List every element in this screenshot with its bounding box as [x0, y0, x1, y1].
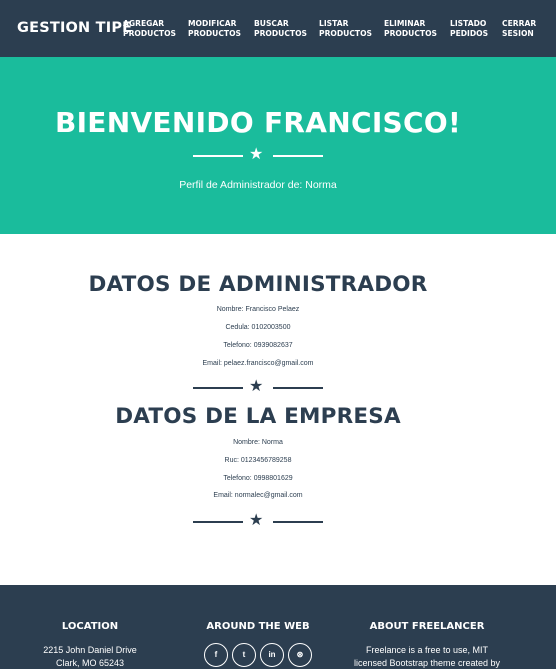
- nav-listado-pedidos[interactable]: LISTADO PEDIDOS: [450, 19, 488, 39]
- empresa-divider: ★: [193, 512, 323, 530]
- footer-about-title: ABOUT FREELANCER: [369, 621, 485, 632]
- empresa-telefono: Telefono: 0998801629: [223, 475, 293, 482]
- star-icon: ★: [249, 146, 264, 163]
- brand-link[interactable]: GESTION TIPE: [17, 20, 132, 36]
- dribbble-icon[interactable]: ⊛: [288, 643, 312, 667]
- admin-section-title: DATOS DE ADMINISTRADOR: [88, 272, 428, 297]
- footer-web-title: AROUND THE WEB: [206, 621, 310, 632]
- nav-buscar-productos[interactable]: BUSCAR PRODUCTOS: [254, 19, 307, 39]
- linkedin-icon[interactable]: in: [260, 643, 284, 667]
- admin-cedula: Cedula: 0102003500: [225, 324, 291, 331]
- nav-agregar-productos[interactable]: AGREGAR PRODUCTOS: [123, 19, 176, 39]
- address-line-2: Clark, MO 65243: [55, 658, 125, 668]
- empresa-email: Email: normalec@gmail.com: [213, 492, 303, 499]
- star-icon: ★: [249, 378, 264, 395]
- footer-location-text: 2215 John Daniel Drive Clark, MO 65243: [20, 644, 160, 669]
- empresa-nombre: Nombre: Norma: [233, 439, 283, 446]
- welcome-title: BIENVENIDO FRANCISCO!: [54, 106, 462, 139]
- masthead-divider: ★: [193, 146, 323, 164]
- nav-listar-productos[interactable]: LISTAR PRODUCTOS: [319, 19, 372, 39]
- admin-nombre: Nombre: Francisco Pelaez: [216, 306, 300, 313]
- admin-divider: ★: [193, 378, 323, 396]
- about-line-1: Freelance is a free to use, MIT: [365, 645, 489, 655]
- address-line-1: 2215 John Daniel Drive: [43, 645, 137, 655]
- admin-telefono: Telefono: 0939082637: [223, 342, 293, 349]
- about-line-2: licensed Bootstrap theme created by: [353, 658, 501, 668]
- nav-eliminar-productos[interactable]: ELIMINAR PRODUCTOS: [384, 19, 437, 39]
- empresa-ruc: Ruc: 0123456789258: [224, 457, 292, 464]
- masthead: BIENVENIDO FRANCISCO! ★ Perfil de Admini…: [0, 57, 556, 234]
- footer-about-text: Freelance is a free to use, MIT licensed…: [347, 644, 507, 669]
- star-icon: ★: [249, 512, 264, 529]
- nav-cerrar-sesion[interactable]: CERRAR SESION: [502, 19, 536, 39]
- empresa-section-title: DATOS DE LA EMPRESA: [115, 404, 401, 429]
- admin-profile-subtitle: Perfil de Administrador de: Norma: [179, 179, 337, 191]
- footer: LOCATION 2215 John Daniel Drive Clark, M…: [0, 585, 556, 669]
- facebook-icon[interactable]: f: [204, 643, 228, 667]
- footer-location-title: LOCATION: [61, 621, 119, 632]
- navbar: GESTION TIPE AGREGAR PRODUCTOS MODIFICAR…: [0, 0, 556, 57]
- twitter-icon[interactable]: t: [232, 643, 256, 667]
- admin-email: Email: pelaez.francisco@gmail.com: [202, 360, 314, 367]
- nav-modificar-productos[interactable]: MODIFICAR PRODUCTOS: [188, 19, 241, 39]
